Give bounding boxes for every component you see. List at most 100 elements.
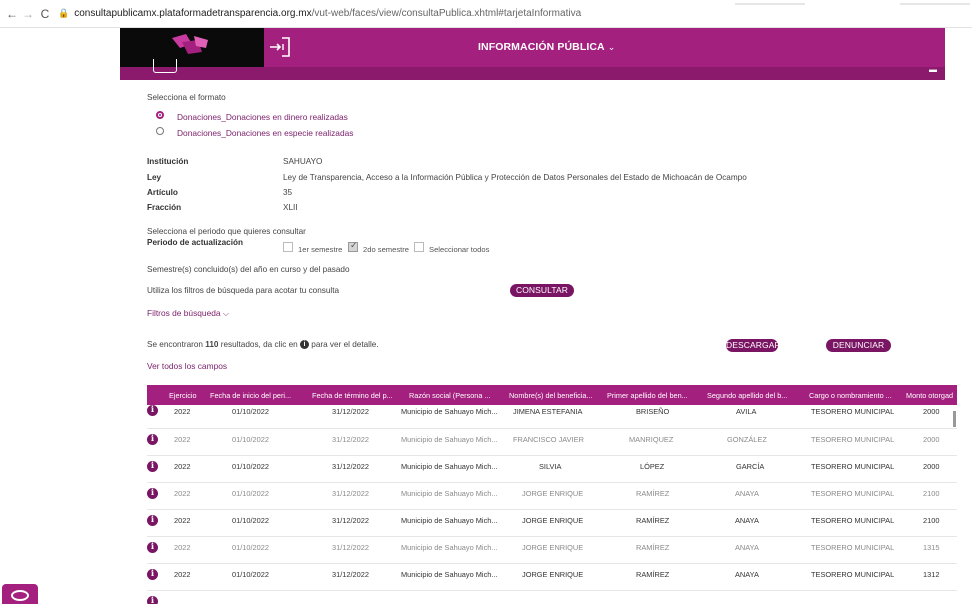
denunciar-button[interactable]: DENUNCIAR [826,339,891,352]
cell-razon-social: Municipio de Sahuayo Mich... [401,543,498,552]
checkbox-1er-semestre[interactable] [283,242,293,252]
detail-value: Ley de Transparencia, Acceso a la Inform… [283,173,747,182]
cell-cargo: TESORERO MUNICIPAL [811,407,895,416]
url-path: /vut-web/faces/view/consultaPublica.xhtm… [311,8,582,19]
column-header[interactable]: Monto otorgad [906,391,953,400]
info-icon[interactable]: i [147,461,158,472]
panel-tab-icon[interactable] [153,59,177,73]
column-header[interactable]: Segundo apellido del b... [707,391,787,400]
cell-cargo: TESORERO MUNICIPAL [811,462,895,471]
results-count: 110 [205,340,219,349]
address-bar[interactable]: 🔒 consultapublicamx.plataformadetranspar… [58,4,581,23]
cell-ejercicio: 2022 [174,407,191,416]
cell-razon-social: Municipio de Sahuayo Mich... [401,407,498,416]
cell-razon-social: Municipio de Sahuayo Mich... [401,516,498,525]
cell-fecha-inicio: 01/10/2022 [232,407,269,416]
table-scrollbar[interactable] [953,411,956,427]
radio-especie[interactable] [156,127,164,135]
column-header[interactable]: Primer apellido del ben... [607,391,688,400]
chevron-down-icon[interactable]: ▬ [929,65,937,74]
cell-primer-apellido: RAMÍREZ [636,543,670,552]
table-row[interactable]: i 2022 01/10/2022 31/12/2022 Municipio d… [147,403,957,429]
info-icon[interactable]: i [147,434,158,445]
checkbox-seleccionar-todos-label[interactable]: Seleccionar todos [429,245,489,254]
info-icon[interactable]: i [147,488,158,499]
column-header[interactable]: Fecha de término del p... [312,391,393,400]
cell-razon-social: Municipio de Sahuayo Mich... [401,462,498,471]
column-header[interactable]: Cargo o nombramiento ... [809,391,892,400]
tab-strip-shape [900,3,970,5]
checkbox-1er-semestre-label[interactable]: 1er semestre [298,245,342,254]
cell-fecha-termino: 31/12/2022 [332,462,369,471]
detail-value: XLII [283,203,298,212]
reload-icon[interactable]: C [35,7,55,21]
cell-fecha-inicio: 01/10/2022 [232,435,269,444]
table-row-partial[interactable]: i [147,591,957,604]
format-option-especie[interactable]: Donaciones_Donaciones en especie realiza… [177,128,353,138]
cell-cargo: TESORERO MUNICIPAL [811,570,895,579]
cell-fecha-inicio: 01/10/2022 [232,462,269,471]
checkbox-2do-semestre[interactable] [348,240,358,252]
detail-value: SAHUAYO [283,157,323,166]
table-row[interactable]: i 2022 01/10/2022 31/12/2022 Municipio d… [147,456,957,483]
cell-monto: 1315 [923,543,940,552]
exit-icon[interactable] [268,34,292,60]
detail-key: Institución [147,157,189,166]
menu-title-label: INFORMACIÓN PÚBLICA [478,41,605,53]
format-option-dinero[interactable]: Donaciones_Donaciones en dinero realizad… [177,112,348,122]
cell-ejercicio: 2022 [174,543,191,552]
table-row[interactable]: i 2022 01/10/2022 31/12/2022 Municipio d… [147,564,957,591]
cell-ejercicio: 2022 [174,462,191,471]
table-row[interactable]: i 2022 01/10/2022 31/12/2022 Municipio d… [147,483,957,510]
radio-dinero[interactable] [156,111,164,119]
column-header[interactable]: Ejercicio [169,391,197,400]
cell-primer-apellido: RAMÍREZ [636,570,670,579]
descargar-button[interactable]: DESCARGAR [726,339,781,352]
column-header[interactable]: Fecha de inicio del peri... [210,391,291,400]
info-icon[interactable]: i [147,515,158,526]
consultar-button[interactable]: CONSULTAR [510,284,574,297]
cell-fecha-inicio: 01/10/2022 [232,516,269,525]
ver-todos-campos-link[interactable]: Ver todos los campos [147,361,227,371]
site-logo-area[interactable] [120,28,264,67]
detail-key: Fracción [147,203,182,212]
cell-primer-apellido: RAMÍREZ [636,489,670,498]
cell-primer-apellido: MANRIQUEZ [629,435,674,444]
cell-primer-apellido: RAMÍREZ [636,516,670,525]
format-label: Selecciona el formato [147,93,226,102]
cell-segundo-apellido: GONZÁLEZ [727,435,767,444]
cell-cargo: TESORERO MUNICIPAL [811,516,895,525]
accessibility-button[interactable] [2,584,38,604]
cell-razon-social: Municipio de Sahuayo Mich... [401,489,498,498]
checkbox-2do-semestre-label[interactable]: 2do semestre [363,245,409,254]
cell-fecha-termino: 31/12/2022 [332,407,369,416]
info-icon[interactable]: i [147,569,158,580]
column-header[interactable]: Nombre(s) del beneficia... [509,391,593,400]
table-row[interactable]: i 2022 01/10/2022 31/12/2022 Municipio d… [147,510,957,537]
cell-cargo: TESORERO MUNICIPAL [811,435,895,444]
results-prefix: Se encontraron [147,340,203,349]
chevron-down-icon: ⌄ [607,42,616,52]
filtros-busqueda-toggle[interactable]: Filtros de búsqueda ⌵ [147,308,229,319]
cell-razon-social: Municipio de Sahuayo Mich... [401,435,498,444]
informacion-publica-menu[interactable]: INFORMACIÓN PÚBLICA ⌄ [478,41,615,53]
cell-nombre: SILVIA [539,462,562,471]
info-icon[interactable]: i [147,405,158,416]
cell-ejercicio: 2022 [174,516,191,525]
top-nav-bar: INFORMACIÓN PÚBLICA ⌄ [264,28,945,67]
table-row[interactable]: i 2022 01/10/2022 31/12/2022 Municipio d… [147,429,957,456]
cell-primer-apellido: LÓPEZ [640,462,665,471]
lock-icon: 🔒 [58,8,70,18]
info-icon[interactable]: i [147,542,158,553]
cell-segundo-apellido: ANAYA [735,543,759,552]
period-note: Semestre(s) concluido(s) del año en curs… [147,265,350,274]
results-suffix: para ver el detalle. [311,340,379,349]
cell-primer-apellido: BRISEÑO [636,407,670,416]
cell-fecha-termino: 31/12/2022 [332,570,369,579]
column-header[interactable]: Razón social (Persona ... [409,391,491,400]
table-row[interactable]: i 2022 01/10/2022 31/12/2022 Municipio d… [147,537,957,564]
tab-strip-shape [735,3,805,5]
info-icon[interactable]: i [147,596,158,604]
logo-icon [172,34,208,54]
checkbox-seleccionar-todos[interactable] [414,242,424,252]
